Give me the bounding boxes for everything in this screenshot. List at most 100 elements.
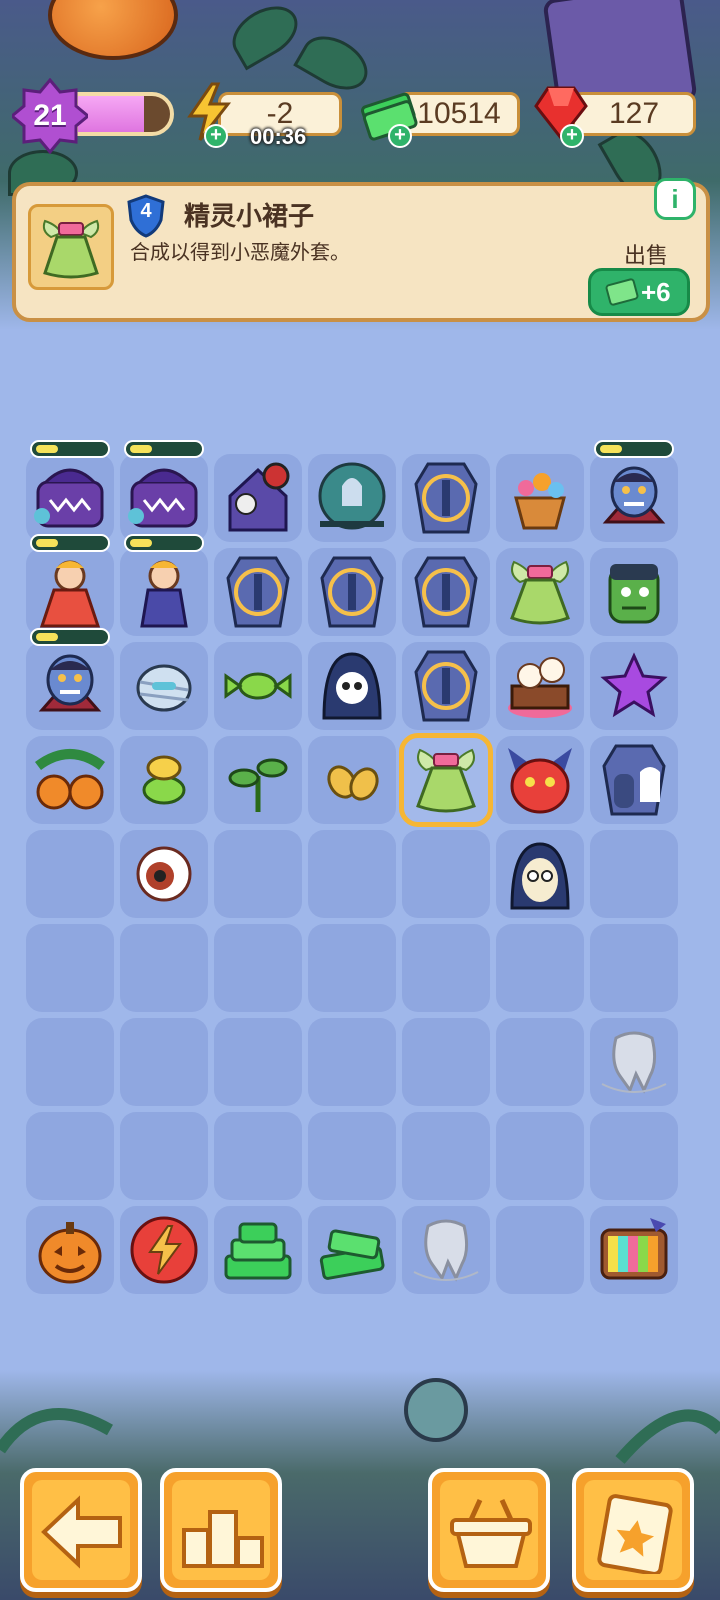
sell-button[interactable]: +6 [588, 268, 690, 316]
board-cell-ghost-cake[interactable] [496, 642, 584, 730]
locked-coffin-icon [320, 556, 384, 628]
generator-charge-bar [124, 534, 204, 552]
gem-plus-icon[interactable]: + [560, 124, 584, 148]
board-cell-empty[interactable] [590, 1112, 678, 1200]
board-cell-empty[interactable] [214, 924, 302, 1012]
board-cell-empty[interactable] [26, 1018, 114, 1106]
cash-plus-icon[interactable]: + [388, 124, 412, 148]
board-cell-empty[interactable] [26, 924, 114, 1012]
board-cell-coffin-ghosts[interactable] [590, 736, 678, 824]
board-cell-empty[interactable] [402, 1112, 490, 1200]
board-cell-locked-coffin[interactable] [402, 548, 490, 636]
locked-coffin-icon [226, 556, 290, 628]
board-cell-empty[interactable] [120, 924, 208, 1012]
purple-star-icon [600, 652, 668, 718]
board-cell-tooth-web[interactable] [590, 1018, 678, 1106]
board-cell-sprout[interactable] [214, 736, 302, 824]
board-cell-empty[interactable] [308, 924, 396, 1012]
board-cell-frankenstein-head[interactable] [590, 548, 678, 636]
back-button[interactable] [20, 1468, 142, 1592]
selected-item-thumbnail [28, 204, 114, 290]
board-cell-candy-bundle[interactable] [120, 736, 208, 824]
wizard-costume-icon [140, 560, 188, 628]
board-cell-monster-chest-generator[interactable] [26, 440, 114, 542]
cash-value: 10514 [417, 97, 501, 130]
board-cell-locked-coffin[interactable] [214, 548, 302, 636]
board-cell-pumpkin-patch[interactable] [26, 736, 114, 824]
board-cell-empty[interactable] [214, 1018, 302, 1106]
board-cell-devil-mask[interactable] [496, 736, 584, 824]
board-cell-empty[interactable] [590, 830, 678, 918]
board-cell-ghost-crystal-ball[interactable] [308, 454, 396, 542]
board-cell-empty[interactable] [308, 1112, 396, 1200]
tasks-button[interactable] [572, 1468, 694, 1592]
board-cell-empty[interactable] [308, 830, 396, 918]
board-cell-locked-coffin[interactable] [308, 548, 396, 636]
board-cell-vampire-head[interactable] [26, 628, 114, 730]
board-cell-empty[interactable] [26, 830, 114, 918]
board-cell-fairy-skirt[interactable] [496, 548, 584, 636]
board-cell-haunted-house[interactable] [214, 454, 302, 542]
board-cell-flower-basket[interactable] [496, 454, 584, 542]
board-cell-empty[interactable] [402, 1018, 490, 1106]
board-cell-fairy-skirt[interactable] [399, 733, 493, 827]
board-cell-vampire-head[interactable] [590, 440, 678, 542]
board-cell-tv-ad[interactable] [590, 1206, 678, 1294]
board-cell-locked-coffin[interactable] [402, 454, 490, 542]
board-cell-seeds[interactable] [308, 736, 396, 824]
shop-basket-button[interactable] [428, 1468, 550, 1592]
monster-chest-generator-icon [34, 468, 104, 528]
item-level-badge: 4 [126, 194, 166, 238]
seeds-icon [327, 765, 379, 801]
board-cell-nun-mummy[interactable] [496, 830, 584, 918]
status-bar: 21 -2 + 00:36 10514 + 127 + [0, 78, 720, 154]
cash-pile-small-icon [319, 1229, 385, 1280]
board-cell-empty[interactable] [120, 1112, 208, 1200]
task-clipboard-icon [597, 1494, 673, 1574]
jack-o-lantern-icon [38, 1222, 102, 1284]
generator-charge-fill [36, 633, 58, 641]
board-cell-green-candy[interactable] [214, 642, 302, 730]
leaderboard-button[interactable] [160, 1468, 282, 1592]
board-cell-empty[interactable] [496, 924, 584, 1012]
board-cell-cash-pile-small[interactable] [308, 1206, 396, 1294]
board-cell-tooth-web[interactable] [402, 1206, 490, 1294]
board-cell-purple-star[interactable] [590, 642, 678, 730]
board-cell-empty[interactable] [402, 924, 490, 1012]
haunted-house-icon [228, 462, 290, 532]
level-badge[interactable]: 21 [12, 78, 88, 154]
grim-reaper-head-icon [322, 652, 382, 720]
board-cell-empty[interactable] [214, 1112, 302, 1200]
generator-charge-bar [30, 440, 110, 458]
board-cell-eyeball[interactable] [120, 830, 208, 918]
pumpkin-patch-icon [35, 749, 105, 810]
board-cell-cash-pile-large[interactable] [214, 1206, 302, 1294]
info-button[interactable]: i [654, 178, 696, 220]
board-cell-empty[interactable] [590, 924, 678, 1012]
board-cell-empty[interactable] [496, 1112, 584, 1200]
generator-charge-bar [594, 440, 674, 458]
devil-mask-icon [508, 748, 572, 814]
board-cell-jack-o-lantern[interactable] [26, 1206, 114, 1294]
candy-bundle-icon [142, 755, 186, 805]
board-cell-energy-orb[interactable] [120, 1206, 208, 1294]
board-cell-empty[interactable] [26, 1112, 114, 1200]
ghost-crystal-ball-icon [318, 462, 386, 530]
board-cell-locked-coffin[interactable] [402, 642, 490, 730]
board-cell-monster-chest-generator[interactable] [120, 440, 208, 542]
board-cell-empty[interactable] [214, 830, 302, 918]
gem-value: 127 [608, 97, 660, 130]
energy-plus-icon[interactable]: + [204, 124, 228, 148]
fairy-skirt-icon [510, 560, 570, 625]
generator-charge-fill [36, 445, 58, 453]
board-cell-grim-reaper-head[interactable] [308, 642, 396, 730]
board-cell-empty[interactable] [402, 830, 490, 918]
board-cell-empty[interactable] [120, 1018, 208, 1106]
board-cell-empty[interactable] [308, 1018, 396, 1106]
board-cell-mummy-head[interactable] [120, 642, 208, 730]
board-cell-empty[interactable] [496, 1018, 584, 1106]
board-cell-princess-costume[interactable] [26, 534, 114, 636]
board-cell-wizard-costume[interactable] [120, 534, 208, 636]
generator-charge-fill [600, 445, 622, 453]
board-cell-empty[interactable] [496, 1206, 584, 1294]
